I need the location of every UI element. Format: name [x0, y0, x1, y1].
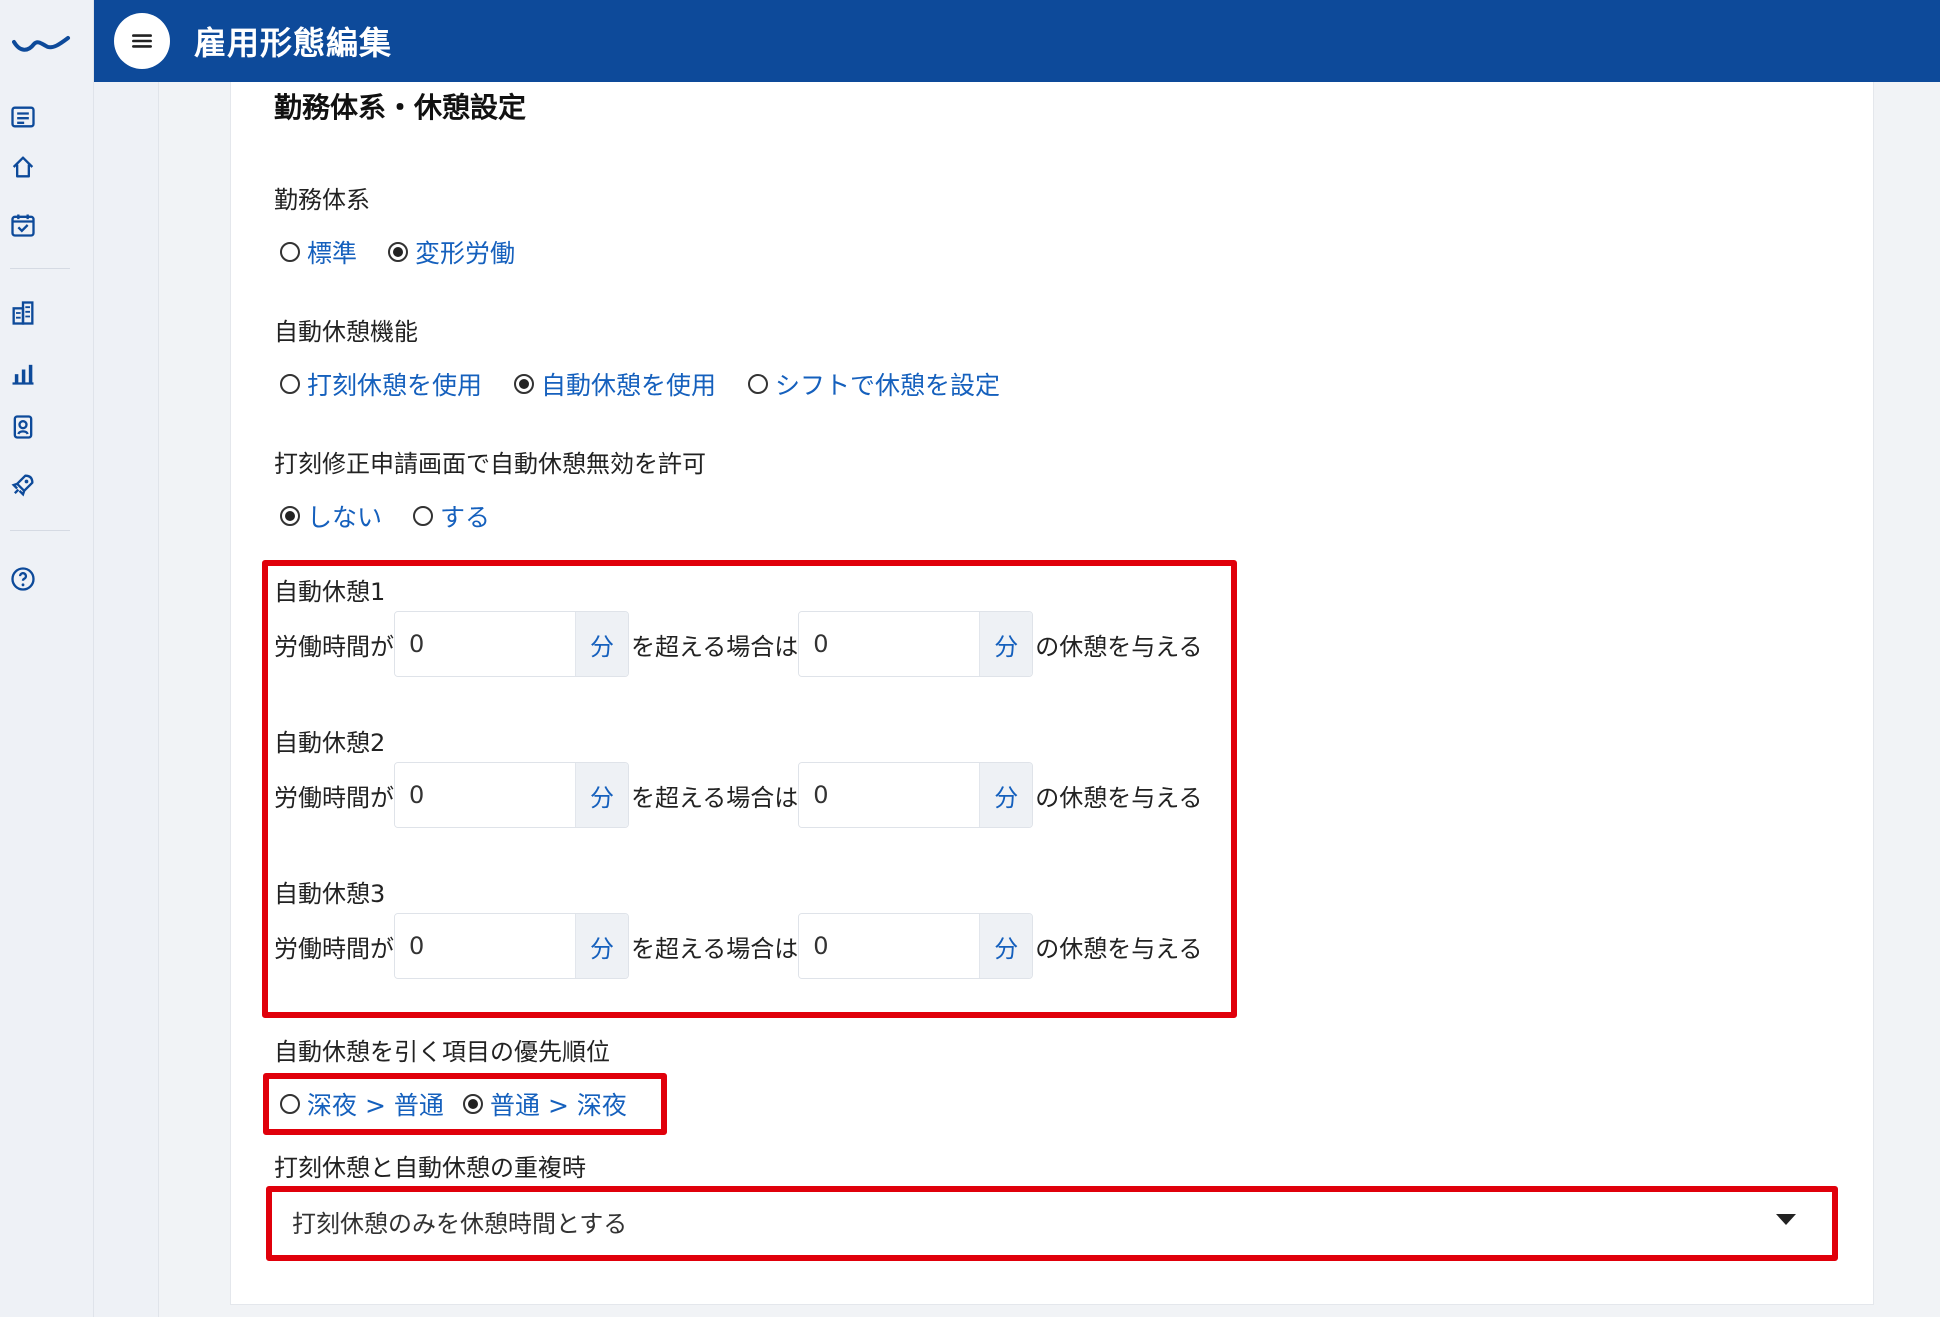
priority-highlight [263, 1073, 667, 1135]
overlap-label: 打刻休憩と自動休憩の重複時 [274, 1154, 586, 1182]
list-icon[interactable] [8, 102, 38, 132]
rocket-icon[interactable] [8, 470, 38, 500]
priority-label: 自動休憩を引く項目の優先順位 [274, 1038, 610, 1066]
nav-divider [10, 268, 70, 269]
radio-icon [413, 506, 433, 526]
bar-chart-icon[interactable] [8, 358, 38, 388]
building-icon[interactable] [8, 298, 38, 328]
radio-icon [280, 242, 300, 262]
overlap-highlight [266, 1186, 1838, 1261]
allow-invalidate-option-yes[interactable]: する [413, 498, 490, 534]
radio-checked-icon [388, 242, 408, 262]
side-nav [0, 0, 94, 1317]
work-system-option-variable[interactable]: 変形労働 [388, 234, 515, 270]
work-system-option-standard[interactable]: 標準 [280, 234, 357, 270]
auto-break-option-stamp[interactable]: 打刻休憩を使用 [280, 366, 482, 402]
nav-divider [10, 530, 70, 531]
radio-checked-icon [280, 506, 300, 526]
radio-checked-icon [514, 374, 534, 394]
auto-break-option-auto[interactable]: 自動休憩を使用 [514, 366, 716, 402]
section-title: 勤務体系・休憩設定 [274, 91, 527, 124]
content-gutter [94, 82, 159, 1317]
menu-button[interactable] [114, 13, 170, 69]
auto-breaks-highlight [262, 560, 1237, 1018]
radio-icon [748, 374, 768, 394]
allow-invalidate-label: 打刻修正申請画面で自動休憩無効を許可 [274, 450, 706, 478]
page-title: 雇用形態編集 [194, 24, 393, 62]
work-system-label: 勤務体系 [274, 186, 370, 214]
radio-icon [280, 374, 300, 394]
app-header: 雇用形態編集 [94, 0, 1940, 82]
calendar-check-icon[interactable] [8, 210, 38, 240]
auto-break-function-label: 自動休憩機能 [274, 318, 418, 346]
help-icon[interactable] [8, 564, 38, 594]
allow-invalidate-option-no[interactable]: しない [280, 498, 382, 534]
id-card-icon[interactable] [8, 412, 38, 442]
logo-icon[interactable] [12, 28, 72, 56]
hamburger-icon [132, 34, 152, 48]
home-icon[interactable] [8, 152, 38, 182]
auto-break-option-shift[interactable]: シフトで休憩を設定 [748, 366, 1000, 402]
